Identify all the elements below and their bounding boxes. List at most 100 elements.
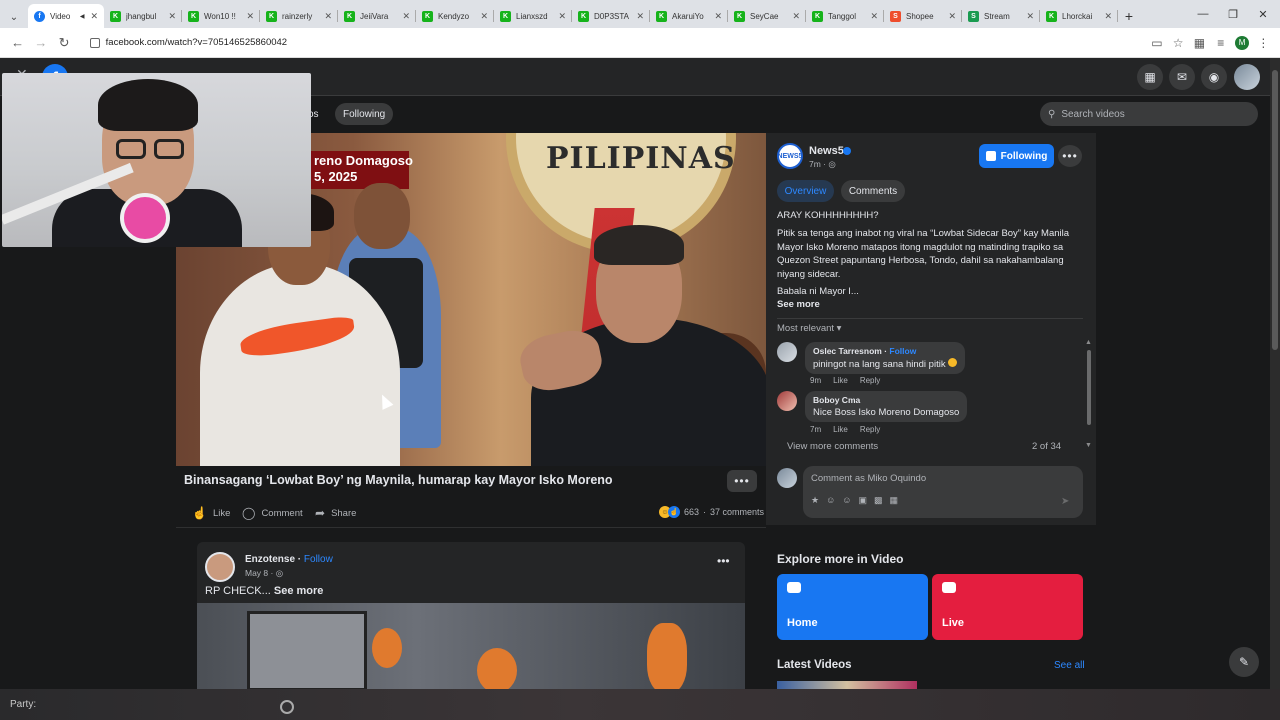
close-tab-icon[interactable]: ✕ — [402, 11, 410, 22]
tab-comments[interactable]: Comments — [841, 180, 905, 202]
comment-input[interactable]: Comment as Miko Oquindo — [803, 466, 1083, 518]
page-scrollbar[interactable] — [1270, 58, 1280, 692]
search-videos-input[interactable]: ⚲ Search videos — [1040, 102, 1258, 126]
sticker-icon[interactable]: ★ — [811, 495, 819, 506]
emoji-icon[interactable]: ☺ — [842, 495, 851, 506]
like-button[interactable]: ☝ Like — [192, 505, 230, 521]
browser-tab[interactable]: S Shopee ✕ — [884, 4, 962, 28]
send-icon[interactable]: ➤ — [1061, 496, 1069, 507]
close-tab-icon[interactable]: ✕ — [1026, 11, 1034, 22]
commenter-name[interactable]: Oslec Tarresnom · Follow — [813, 346, 957, 356]
close-tab-icon[interactable]: ✕ — [948, 11, 956, 22]
browser-tab[interactable]: K Lhorckai ✕ — [1040, 4, 1118, 28]
view-more-comments-link[interactable]: View more comments — [787, 441, 878, 452]
author-name[interactable]: Enzotense · Follow — [245, 554, 333, 565]
browser-tab[interactable]: K Won10 !! ✕ — [182, 4, 260, 28]
comment-reply-button[interactable]: Reply — [860, 376, 880, 385]
page-name[interactable]: News5 — [809, 145, 844, 157]
see-all-link[interactable]: See all — [1054, 660, 1085, 671]
bookmark-star-icon[interactable]: ☆ — [1168, 32, 1189, 54]
follow-link[interactable]: Follow — [889, 346, 916, 356]
tab-search-chevron-icon[interactable]: ⌄ — [4, 6, 24, 28]
close-tab-icon[interactable]: ✕ — [90, 11, 98, 22]
new-tab-button[interactable]: + — [1118, 4, 1140, 28]
browser-tab[interactable]: Kjhangbul ✕ — [104, 4, 182, 28]
browser-tab[interactable]: S Stream ✕ — [962, 4, 1040, 28]
compose-icon[interactable]: ✎ — [1229, 647, 1259, 677]
forward-icon[interactable]: → — [29, 31, 52, 55]
browser-menu-icon[interactable]: ⋮ — [1253, 32, 1274, 54]
messenger-icon[interactable]: ✉ — [1169, 64, 1195, 90]
browser-tab[interactable]: K JeiiVara ✕ — [338, 4, 416, 28]
close-tab-icon[interactable]: ✕ — [558, 11, 566, 22]
browser-tab[interactable]: K SeyCae ✕ — [728, 4, 806, 28]
post-more-options-icon[interactable]: ••• — [717, 554, 730, 568]
tagged-page-link[interactable]: Isko Moreno Domagoso — [858, 407, 959, 418]
comment-sort-dropdown[interactable]: Most relevant ▾ — [777, 323, 841, 334]
close-tab-icon[interactable]: ✕ — [792, 11, 800, 22]
sticker-pack-icon[interactable]: ▦ — [890, 495, 899, 506]
reactions-summary[interactable]: ☺ ☝ 663 · 37 comments — [659, 506, 764, 518]
avatar-sticker-icon[interactable]: ☺ — [826, 495, 835, 506]
notifications-bell-icon[interactable]: ◉ — [1201, 64, 1227, 90]
post-video-thumbnail[interactable] — [197, 603, 745, 692]
see-more-link[interactable]: See more — [274, 585, 324, 597]
page-avatar[interactable]: NEWS5 — [777, 143, 803, 169]
comments-scrollbar[interactable] — [1087, 350, 1091, 425]
explore-live-card[interactable]: Live — [932, 574, 1083, 640]
comment-like-button[interactable]: Like — [833, 425, 848, 434]
comment-like-button[interactable]: Like — [833, 376, 848, 385]
close-tab-icon[interactable]: ✕ — [324, 11, 332, 22]
close-tab-icon[interactable]: ✕ — [1104, 11, 1112, 22]
site-info-icon[interactable] — [89, 37, 100, 48]
camera-icon[interactable]: ▣ — [858, 495, 867, 506]
share-button[interactable]: ➦ Share — [315, 505, 356, 521]
media-controls-icon[interactable]: ≡ — [1210, 32, 1231, 54]
comment-button[interactable]: ◯ Comment — [242, 505, 303, 521]
browser-tab[interactable]: K Lianxszd ✕ — [494, 4, 572, 28]
scroll-up-icon[interactable]: ▲ — [1085, 339, 1092, 346]
close-tab-icon[interactable]: ✕ — [480, 11, 488, 22]
commenter-name[interactable]: Boboy Cma — [813, 395, 959, 405]
account-avatar[interactable] — [1234, 64, 1260, 90]
comment-reply-button[interactable]: Reply — [860, 425, 880, 434]
menu-grid-icon[interactable]: ▦ — [1137, 64, 1163, 90]
restore-icon[interactable]: ❐ — [1218, 0, 1248, 28]
post-time-text: 7m · — [809, 159, 826, 169]
minimize-icon[interactable]: — — [1188, 0, 1218, 28]
tab-following[interactable]: Following — [335, 103, 394, 125]
author-avatar[interactable] — [205, 552, 235, 582]
extensions-icon[interactable]: ▦ — [1189, 32, 1210, 54]
browser-tab[interactable]: K AkaruiYo ✕ — [650, 4, 728, 28]
close-tab-icon[interactable]: ✕ — [714, 11, 722, 22]
tab-overview[interactable]: Overview — [777, 180, 834, 202]
close-window-icon[interactable]: ✕ — [1248, 0, 1278, 28]
close-tab-icon[interactable]: ✕ — [870, 11, 878, 22]
browser-tab[interactable]: K D0P3STA ✕ — [572, 4, 650, 28]
commenter-avatar[interactable] — [777, 391, 797, 411]
close-tab-icon[interactable]: ✕ — [636, 11, 644, 22]
comments-count[interactable]: 37 comments — [710, 507, 764, 517]
browser-tab[interactable]: K Tanggol ✕ — [806, 4, 884, 28]
close-tab-icon[interactable]: ✕ — [246, 11, 254, 22]
page-scrollbar-thumb[interactable] — [1272, 70, 1278, 350]
explore-home-card[interactable]: Home — [777, 574, 928, 640]
see-more-link[interactable]: See more — [777, 299, 820, 310]
browser-tab[interactable]: f Video ◀ ✕ — [28, 4, 104, 28]
browser-tab[interactable]: K Kendyzo ✕ — [416, 4, 494, 28]
close-tab-icon[interactable]: ✕ — [168, 11, 176, 22]
video-more-options-icon[interactable]: ••• — [727, 470, 757, 492]
cast-icon[interactable]: ▭ — [1146, 32, 1167, 54]
follow-link[interactable]: Follow — [304, 554, 333, 565]
commenter-avatar[interactable] — [777, 342, 797, 362]
reload-icon[interactable]: ↻ — [52, 31, 75, 55]
browser-tab[interactable]: Krainzerly ✕ — [260, 4, 338, 28]
back-icon[interactable]: ← — [6, 31, 29, 55]
scroll-down-icon[interactable]: ▼ — [1085, 442, 1092, 449]
address-bar[interactable]: facebook.com/watch?v=705146525860042 — [82, 32, 1147, 54]
profile-button[interactable]: M — [1231, 32, 1252, 54]
gif-icon[interactable]: ▩ — [874, 495, 883, 506]
following-button[interactable]: Following — [979, 144, 1054, 168]
page-more-options-icon[interactable]: ••• — [1058, 145, 1082, 167]
audio-playing-icon[interactable]: ◀ — [80, 13, 85, 20]
